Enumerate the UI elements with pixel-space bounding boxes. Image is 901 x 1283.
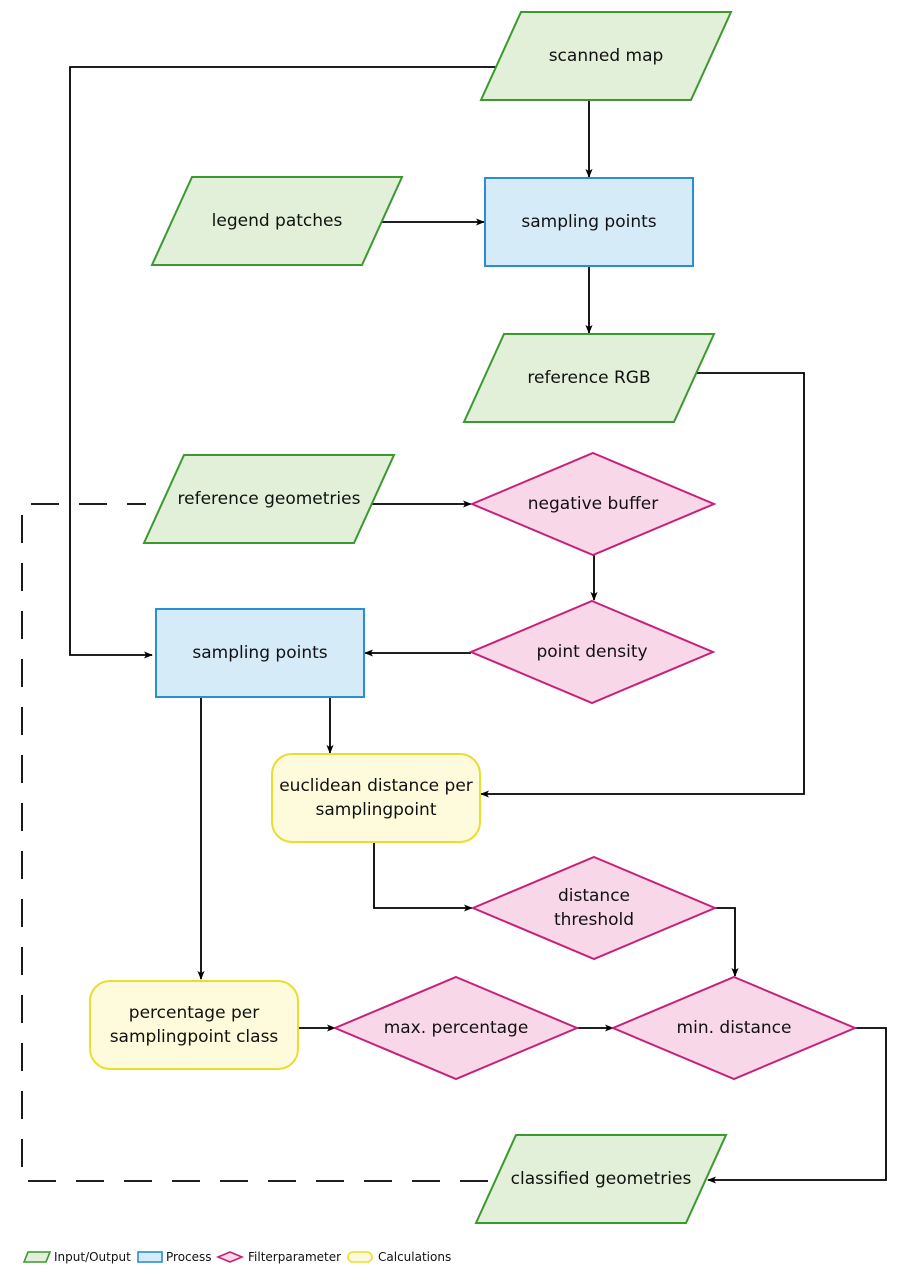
legend: Input/Output Process Filterparameter Calcul… (22, 1250, 451, 1264)
flowchart-canvas: scanned map legend patches sampling points… (21, 11, 887, 1264)
legend-item-calc: Calculations (347, 1250, 451, 1264)
edge-distance-threshold-to-min-distance (715, 907, 739, 977)
edge-scanned-map-to-sampling-points-2 (69, 66, 498, 659)
node-label: classified geometries (511, 1169, 692, 1189)
node-legend-patches: legend patches (150, 176, 404, 266)
node-label: distance (558, 886, 630, 906)
node-euclidean-distance: euclidean distance per samplingpoint (271, 753, 481, 843)
node-label: negative buffer (528, 494, 658, 514)
calc-shape (271, 753, 481, 843)
node-min-distance: min. distance (610, 975, 858, 1081)
node-percentage-per-class: percentage per samplingpoint class (89, 980, 299, 1070)
node-classified-geometries: classified geometries (474, 1134, 728, 1224)
node-label: legend patches (212, 211, 343, 231)
node-sampling-points-2: sampling points (155, 608, 365, 698)
node-label: threshold (554, 910, 634, 930)
node-reference-geometries: reference geometries (142, 454, 396, 544)
legend-item-filter: Filterparameter (215, 1250, 341, 1264)
node-sampling-points-1: sampling points (484, 177, 694, 267)
node-label: min. distance (677, 1018, 792, 1038)
node-label: samplingpoint (316, 800, 437, 820)
legend-label: Process (166, 1250, 212, 1264)
node-max-percentage: max. percentage (332, 975, 580, 1081)
node-label: max. percentage (384, 1018, 529, 1038)
node-label: sampling points (192, 643, 327, 663)
node-label: samplingpoint class (110, 1027, 279, 1047)
edge-euclidean-distance-to-distance-threshold (373, 842, 473, 912)
legend-swatch-io (22, 1251, 52, 1263)
legend-swatch-process (137, 1251, 163, 1263)
node-label: reference RGB (527, 368, 650, 388)
legend-label: Calculations (378, 1250, 451, 1264)
node-label: reference geometries (178, 489, 361, 509)
node-distance-threshold: distance threshold (470, 855, 718, 961)
node-negative-buffer: negative buffer (469, 451, 717, 557)
legend-swatch-calc (347, 1251, 373, 1263)
legend-label: Input/Output (54, 1250, 131, 1264)
nodes-layer: scanned map legend patches sampling points… (89, 11, 858, 1224)
legend-item-process: Process (137, 1250, 212, 1264)
node-label: percentage per (129, 1003, 259, 1023)
node-label: sampling points (521, 212, 656, 232)
node-label: point density (536, 642, 647, 662)
node-reference-rgb: reference RGB (462, 333, 716, 423)
edge-reference-rgb-to-euclidean-distance (480, 372, 805, 798)
node-label: euclidean distance per (279, 776, 473, 796)
legend-swatch-filter (215, 1251, 245, 1263)
node-label: scanned map (549, 46, 664, 66)
node-point-density: point density (468, 599, 716, 705)
calc-shape (89, 980, 299, 1070)
legend-label: Filterparameter (248, 1250, 341, 1264)
node-scanned-map: scanned map (479, 11, 733, 101)
legend-item-io: Input/Output (22, 1250, 131, 1264)
filter-shape (470, 855, 718, 961)
